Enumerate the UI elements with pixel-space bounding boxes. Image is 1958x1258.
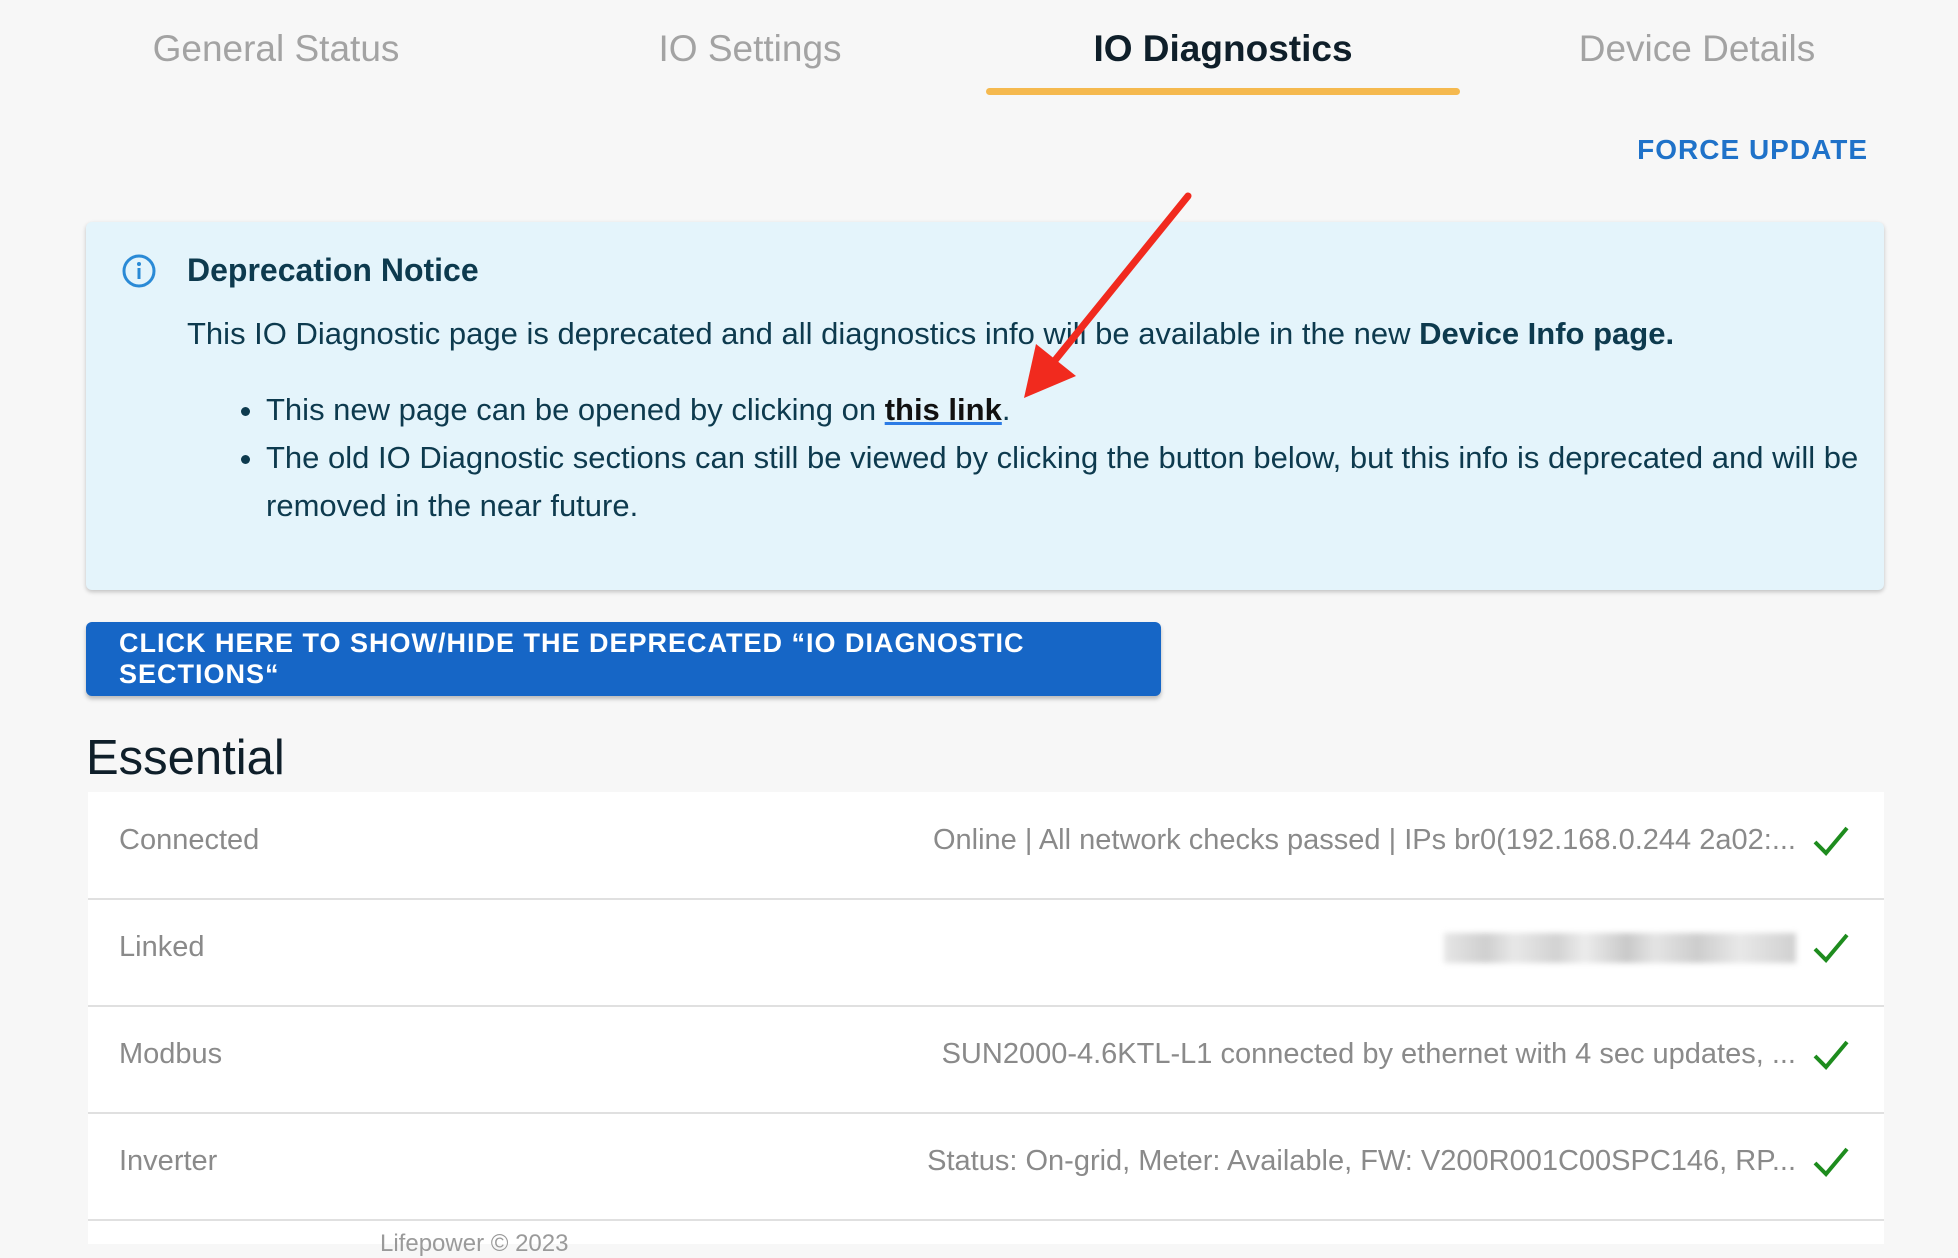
section-title: Essential (86, 731, 285, 785)
check-icon (1813, 826, 1849, 856)
redacted-value (1444, 933, 1796, 964)
check-icon (1813, 933, 1849, 963)
bullet-suffix: . (1001, 392, 1011, 427)
tab-bar: General Status IO Settings IO Diagnostic… (0, 0, 1958, 100)
row-value: Online | All network checks passed | IPs… (932, 824, 1796, 856)
bullet-text: This new page can be opened by clicking … (266, 392, 885, 427)
row-label: Inverter (119, 1145, 218, 1177)
list-item-inverter[interactable]: Inverter Status: On-grid, Meter: Availab… (88, 1113, 1884, 1221)
tab-general-status[interactable]: General Status (39, 28, 513, 98)
this-link[interactable]: this link (885, 392, 1002, 427)
check-icon (1813, 1147, 1849, 1177)
list-item: The old IO Diagnostic sections can still… (266, 434, 1886, 530)
force-update-button[interactable]: FORCE UPDATE (1637, 134, 1868, 166)
notice-body-text: This IO Diagnostic page is deprecated an… (187, 316, 1420, 351)
tab-label: IO Settings (658, 28, 842, 69)
essential-list: Connected Online | All network checks pa… (88, 792, 1884, 1244)
active-tab-indicator (986, 88, 1460, 95)
tab-io-diagnostics[interactable]: IO Diagnostics (986, 28, 1460, 98)
row-label: Modbus (119, 1038, 223, 1070)
deprecation-notice: Deprecation Notice This IO Diagnostic pa… (86, 222, 1884, 590)
list-item-connected[interactable]: Connected Online | All network checks pa… (88, 792, 1884, 900)
info-icon (122, 254, 156, 288)
list-item-linked[interactable]: Linked (88, 899, 1884, 1007)
notice-body: This IO Diagnostic page is deprecated an… (187, 312, 1867, 356)
check-icon (1813, 1040, 1849, 1070)
list-item: This new page can be opened by clicking … (266, 386, 1886, 434)
notice-title: Deprecation Notice (187, 252, 479, 288)
row-value: SUN2000-4.6KTL-L1 connected by ethernet … (941, 1038, 1796, 1070)
tab-device-details[interactable]: Device Details (1460, 28, 1934, 98)
tab-label: Device Details (1578, 28, 1816, 69)
tab-label: IO Diagnostics (1093, 28, 1353, 69)
row-label: Linked (119, 931, 205, 963)
tab-label: General Status (152, 28, 400, 69)
toggle-deprecated-sections-button[interactable]: CLICK HERE TO SHOW/HIDE THE DEPRECATED “… (86, 622, 1161, 696)
footer-text: Lifepower © 2023 (380, 1230, 569, 1257)
list-item-modbus[interactable]: Modbus SUN2000-4.6KTL-L1 connected by et… (88, 1006, 1884, 1114)
tab-io-settings[interactable]: IO Settings (513, 28, 987, 98)
row-value: Status: On-grid, Meter: Available, FW: V… (927, 1145, 1796, 1177)
notice-bullets: This new page can be opened by clicking … (236, 386, 1886, 530)
row-value (1444, 931, 1796, 964)
row-label: Connected (119, 824, 260, 856)
device-info-page-text: Device Info page. (1419, 316, 1675, 351)
bullet-text: The old IO Diagnostic sections can still… (266, 440, 1859, 523)
